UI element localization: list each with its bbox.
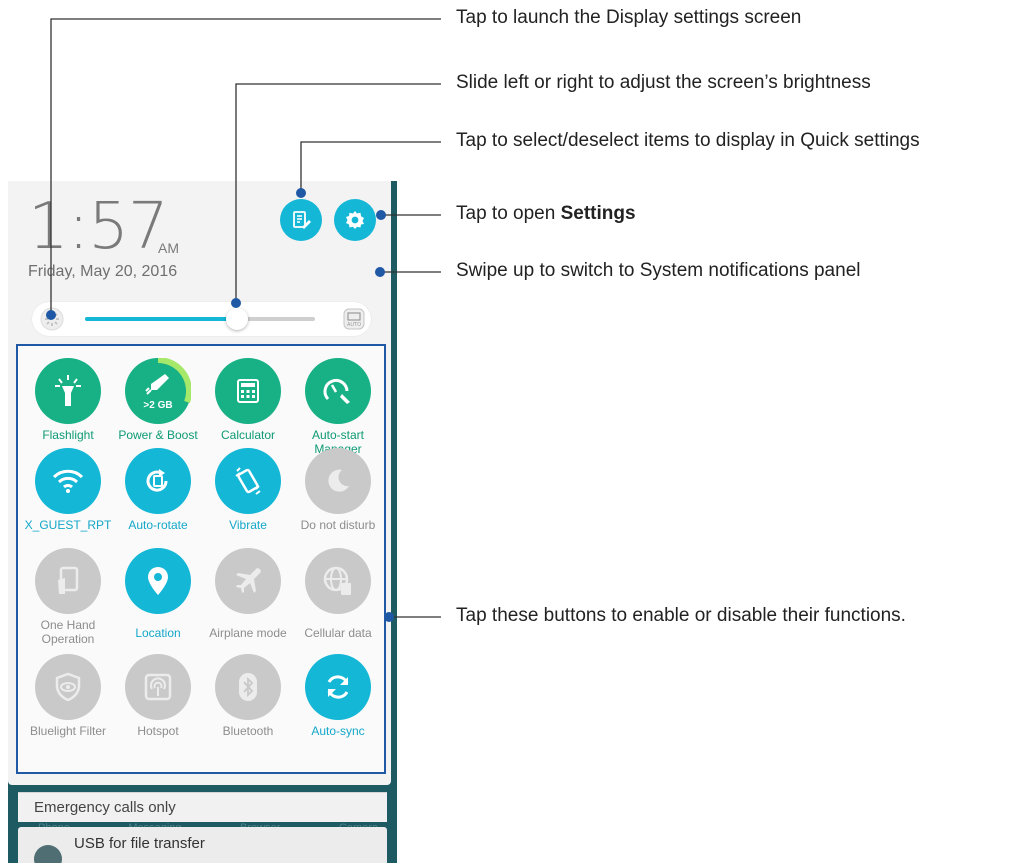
callout-dot-settings — [376, 210, 386, 220]
callout-tiles: Tap these buttons to enable or disable t… — [456, 605, 906, 626]
callout-swipe-up: Swipe up to switch to System notificatio… — [456, 260, 861, 281]
callout-dot-edit — [296, 188, 306, 198]
callout-dot-brightness — [231, 298, 241, 308]
callout-dot-swipe — [375, 267, 385, 277]
callout-line-edit — [300, 141, 441, 193]
callout-brightness: Slide left or right to adjust the screen… — [456, 72, 871, 93]
callout-dot-tiles — [384, 612, 394, 622]
callout-edit-quick-settings: Tap to select/deselect items to display … — [456, 130, 920, 151]
callout-line-brightness — [235, 83, 441, 303]
callout-display-settings: Tap to launch the Display settings scree… — [456, 7, 802, 28]
callout-dot-display — [46, 310, 56, 320]
callout-open-settings-prefix: Tap to open — [456, 203, 561, 224]
callout-open-settings-bold: Settings — [560, 203, 636, 224]
callout-open-settings: Tap to open Settings — [456, 203, 636, 225]
